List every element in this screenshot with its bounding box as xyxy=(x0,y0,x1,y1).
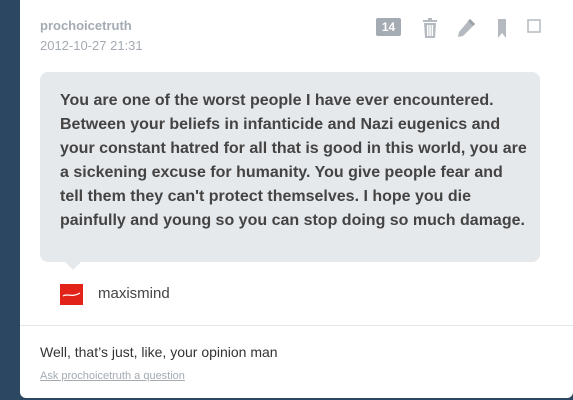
asker-avatar-icon[interactable] xyxy=(60,284,83,305)
trash-icon[interactable] xyxy=(419,17,441,39)
question-bubble: You are one of the worst people I have e… xyxy=(40,72,540,262)
post-controls: 14 xyxy=(20,17,573,41)
answer-text: Well, that’s just, like, your opinion ma… xyxy=(40,344,278,360)
select-checkbox[interactable] xyxy=(525,17,547,39)
asker-name[interactable]: maxismind xyxy=(98,285,170,302)
question-text: You are one of the worst people I have e… xyxy=(60,92,527,229)
edit-icon[interactable] xyxy=(455,17,477,39)
bookmark-icon[interactable] xyxy=(492,17,514,39)
question-bubble-tail xyxy=(65,262,81,270)
post-card: prochoicetruth 2012-10-27 21:31 14 You a… xyxy=(20,0,573,398)
divider xyxy=(20,325,573,326)
ask-question-link[interactable]: Ask prochoicetruth a question xyxy=(40,370,185,382)
note-count-badge[interactable]: 14 xyxy=(376,18,401,36)
